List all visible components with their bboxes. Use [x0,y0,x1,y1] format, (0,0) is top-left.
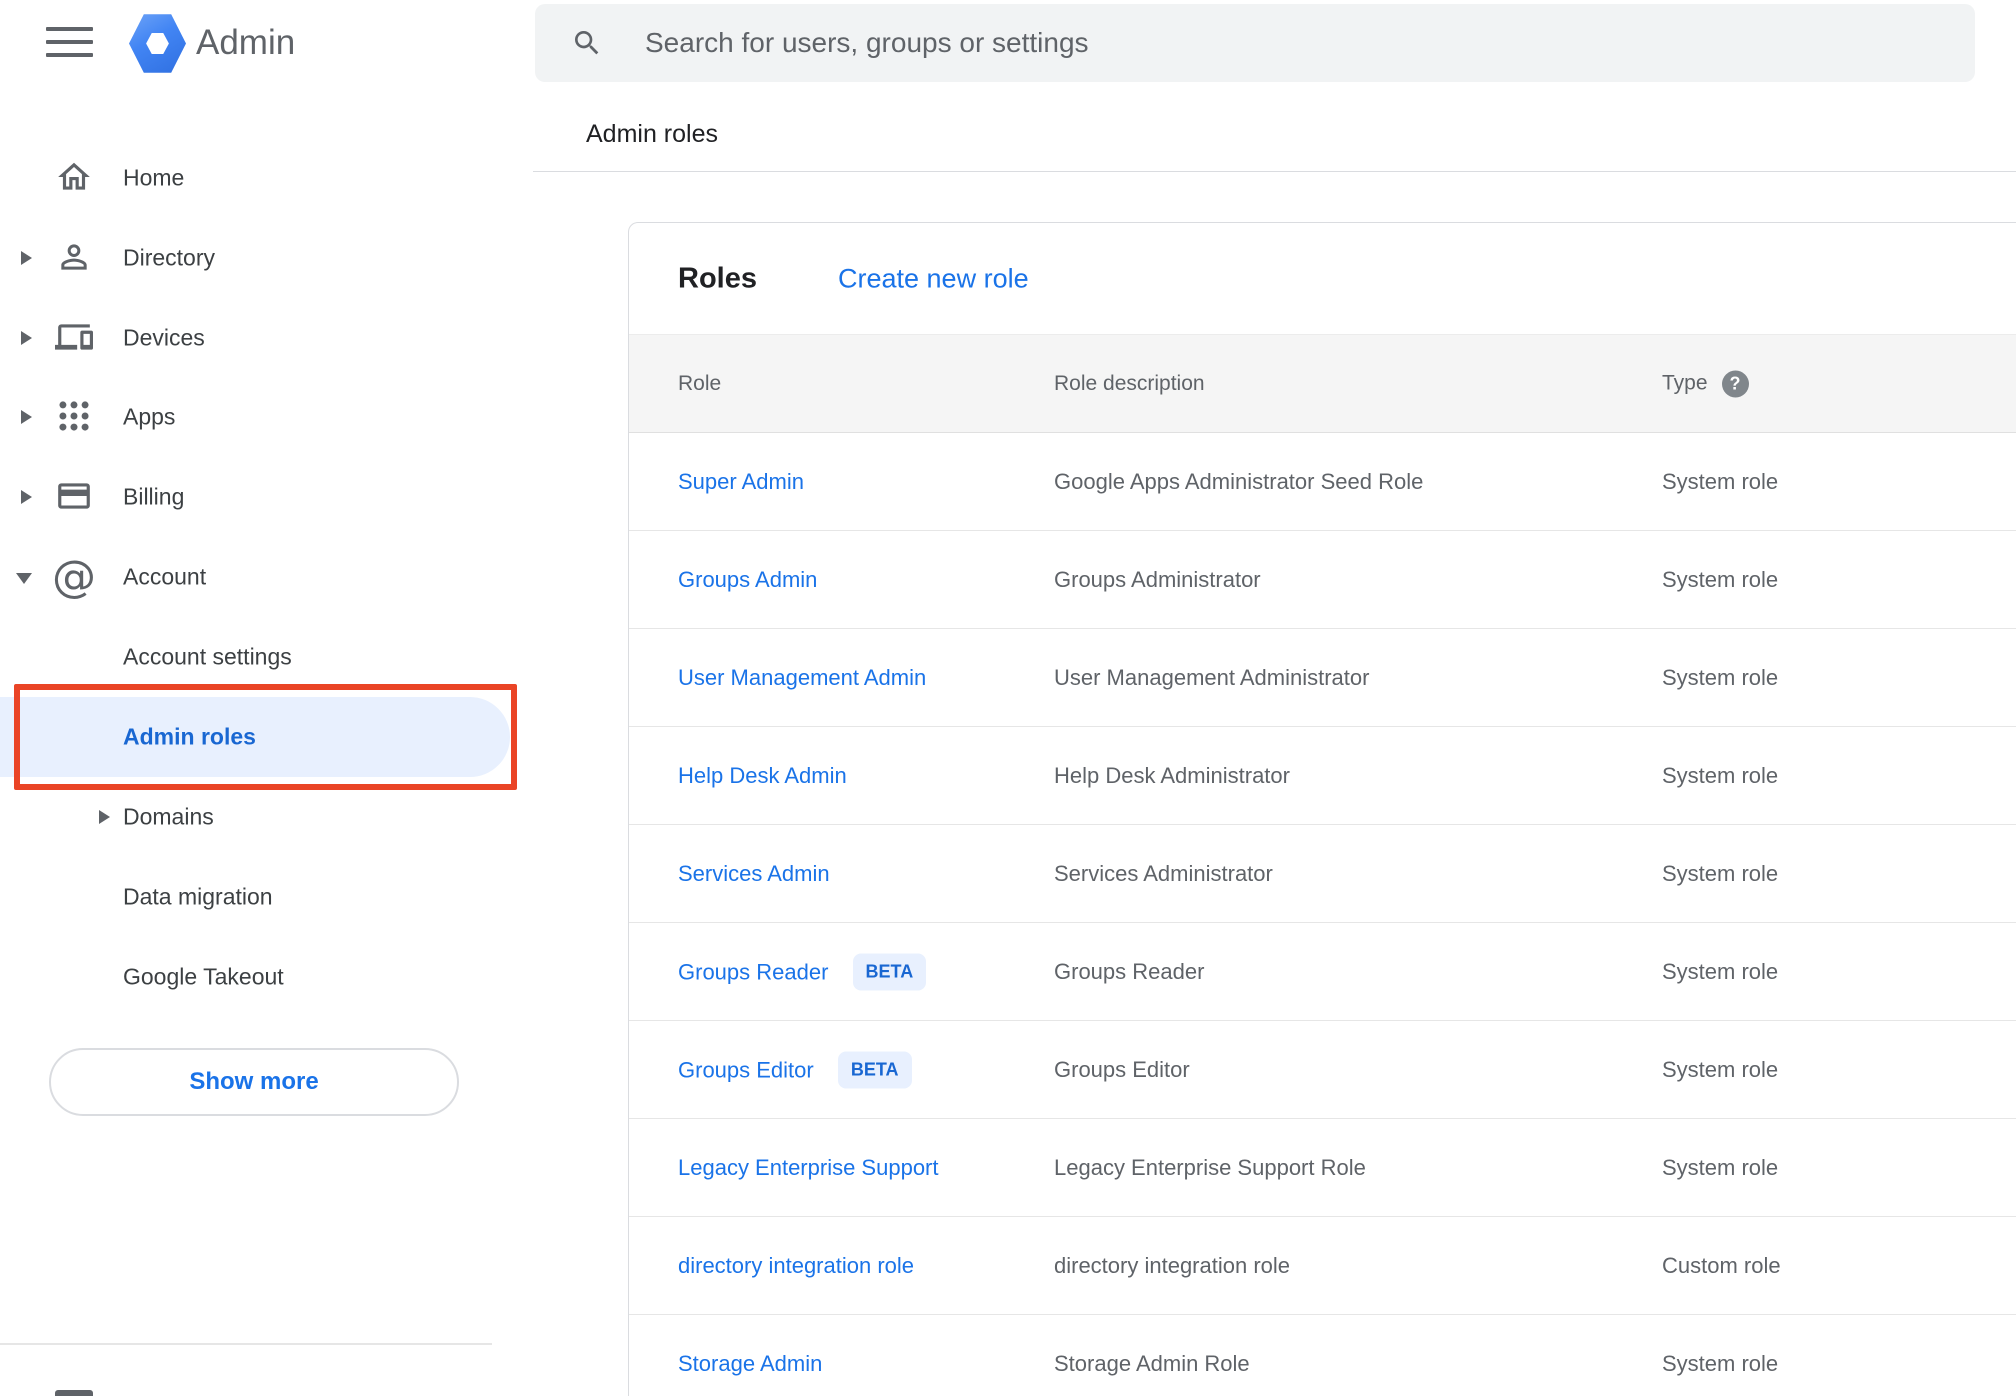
role-cell: directory integration role [678,1253,914,1279]
role-cell: Groups Editor BETA [678,1051,912,1088]
column-header-role-description: Role description [1054,371,1205,395]
roles-card-header: Roles Create new role [629,223,2016,335]
role-link[interactable]: directory integration role [678,1253,914,1278]
role-cell: User Management Admin [678,665,926,691]
table-row: Services Admin Services Administrator Sy… [629,825,2016,923]
create-new-role-link[interactable]: Create new role [838,263,1029,294]
role-cell: Legacy Enterprise Support [678,1155,939,1181]
clipped-bottom-icon [55,1390,93,1396]
table-row: Groups Admin Groups Administrator System… [629,531,2016,629]
role-type: System role [1662,664,1779,690]
sidebar-item-devices[interactable]: Devices [0,298,560,378]
table-row: Super Admin Google Apps Administrator Se… [629,433,2016,531]
role-link[interactable]: Help Desk Admin [678,763,847,788]
role-link[interactable]: Storage Admin [678,1351,822,1376]
table-row: Groups Editor BETA Groups Editor System … [629,1021,2016,1119]
show-more-button[interactable]: Show more [49,1048,459,1116]
header-divider [533,171,2016,172]
role-type: System role [1662,566,1779,592]
role-link[interactable]: Super Admin [678,469,804,494]
search-icon [575,31,599,55]
table-row: Storage Admin Storage Admin Role System … [629,1315,2016,1396]
role-description: User Management Administrator [1054,664,1370,690]
expand-arrow-icon[interactable] [21,331,32,345]
sidebar-item-apps[interactable]: Apps [0,377,560,457]
roles-card: Roles Create new role Role Role descript… [628,222,2016,1396]
collapse-arrow-icon[interactable] [16,573,32,584]
role-cell: Services Admin [678,861,830,887]
person-icon [55,238,95,278]
hamburger-menu-button[interactable] [46,27,93,58]
role-type: Custom role [1662,1252,1781,1278]
sidebar-item-account[interactable]: @ Account [0,537,560,617]
role-description: Google Apps Administrator Seed Role [1054,468,1424,494]
role-link[interactable]: Groups Editor [678,1057,814,1082]
card-title: Roles [678,262,757,294]
app-title: Admin [196,23,296,62]
role-description: Groups Reader [1054,958,1205,984]
sidebar-item-directory[interactable]: Directory [0,218,560,298]
table-row: directory integration role directory int… [629,1217,2016,1315]
role-type: System role [1662,958,1779,984]
at-sign-icon: @ [52,551,96,603]
sidebar-item-home[interactable]: Home [0,138,560,218]
role-cell: Groups Reader BETA [678,953,927,990]
sidebar-item-domains[interactable]: Domains [0,777,560,857]
table-body: Super Admin Google Apps Administrator Se… [629,433,2016,1396]
devices-icon [55,318,95,358]
beta-badge: BETA [852,953,927,990]
table-row: Legacy Enterprise Support Legacy Enterpr… [629,1119,2016,1217]
role-cell: Storage Admin [678,1351,822,1377]
role-description: Help Desk Administrator [1054,762,1290,788]
role-description: directory integration role [1054,1252,1291,1278]
search-input[interactable] [643,26,1927,60]
role-cell: Help Desk Admin [678,763,847,789]
table-row: Groups Reader BETA Groups Reader System … [629,923,2016,1021]
table-header-row: Role Role description Type ? [629,335,2016,433]
hamburger-icon [46,27,93,31]
role-link[interactable]: Groups Admin [678,567,817,592]
role-link[interactable]: Legacy Enterprise Support [678,1155,939,1180]
role-description: Services Administrator [1054,860,1273,886]
credit-card-icon [55,477,95,517]
role-description: Storage Admin Role [1054,1350,1250,1376]
role-cell: Super Admin [678,469,804,495]
role-type: System role [1662,1350,1779,1376]
expand-arrow-icon[interactable] [21,490,32,504]
role-type: System role [1662,860,1779,886]
table-row: User Management Admin User Management Ad… [629,629,2016,727]
role-link[interactable]: User Management Admin [678,665,926,690]
search-bar[interactable] [535,4,1975,82]
role-description: Groups Administrator [1054,566,1261,592]
sidebar-item-billing[interactable]: Billing [0,457,560,537]
role-description: Groups Editor [1054,1056,1190,1082]
breadcrumb: Admin roles [586,120,718,148]
role-type: System role [1662,468,1779,494]
expand-arrow-icon[interactable] [21,410,32,424]
table-row: Help Desk Admin Help Desk Administrator … [629,727,2016,825]
column-header-role: Role [678,371,722,395]
expand-arrow-icon[interactable] [21,251,32,265]
sidebar-item-account-settings[interactable]: Account settings [0,617,560,697]
role-description: Legacy Enterprise Support Role [1054,1154,1366,1180]
sidebar-item-admin-roles[interactable]: Admin roles [0,697,560,777]
apps-grid-icon [55,397,95,437]
home-icon [55,158,95,198]
role-type: System role [1662,1056,1779,1082]
google-admin-logo [129,13,186,74]
role-cell: Groups Admin [678,567,817,593]
expand-arrow-icon[interactable] [99,810,110,824]
help-icon[interactable]: ? [1721,370,1749,397]
role-link[interactable]: Services Admin [678,861,830,886]
sidebar-item-data-migration[interactable]: Data migration [0,857,560,937]
column-header-type: Type ? [1662,370,1749,397]
beta-badge: BETA [837,1051,912,1088]
sidebar-item-google-takeout[interactable]: Google Takeout [0,937,560,1017]
sidebar-bottom-divider [0,1343,492,1345]
role-type: System role [1662,1154,1779,1180]
role-type: System role [1662,762,1779,788]
role-link[interactable]: Groups Reader [678,959,828,984]
